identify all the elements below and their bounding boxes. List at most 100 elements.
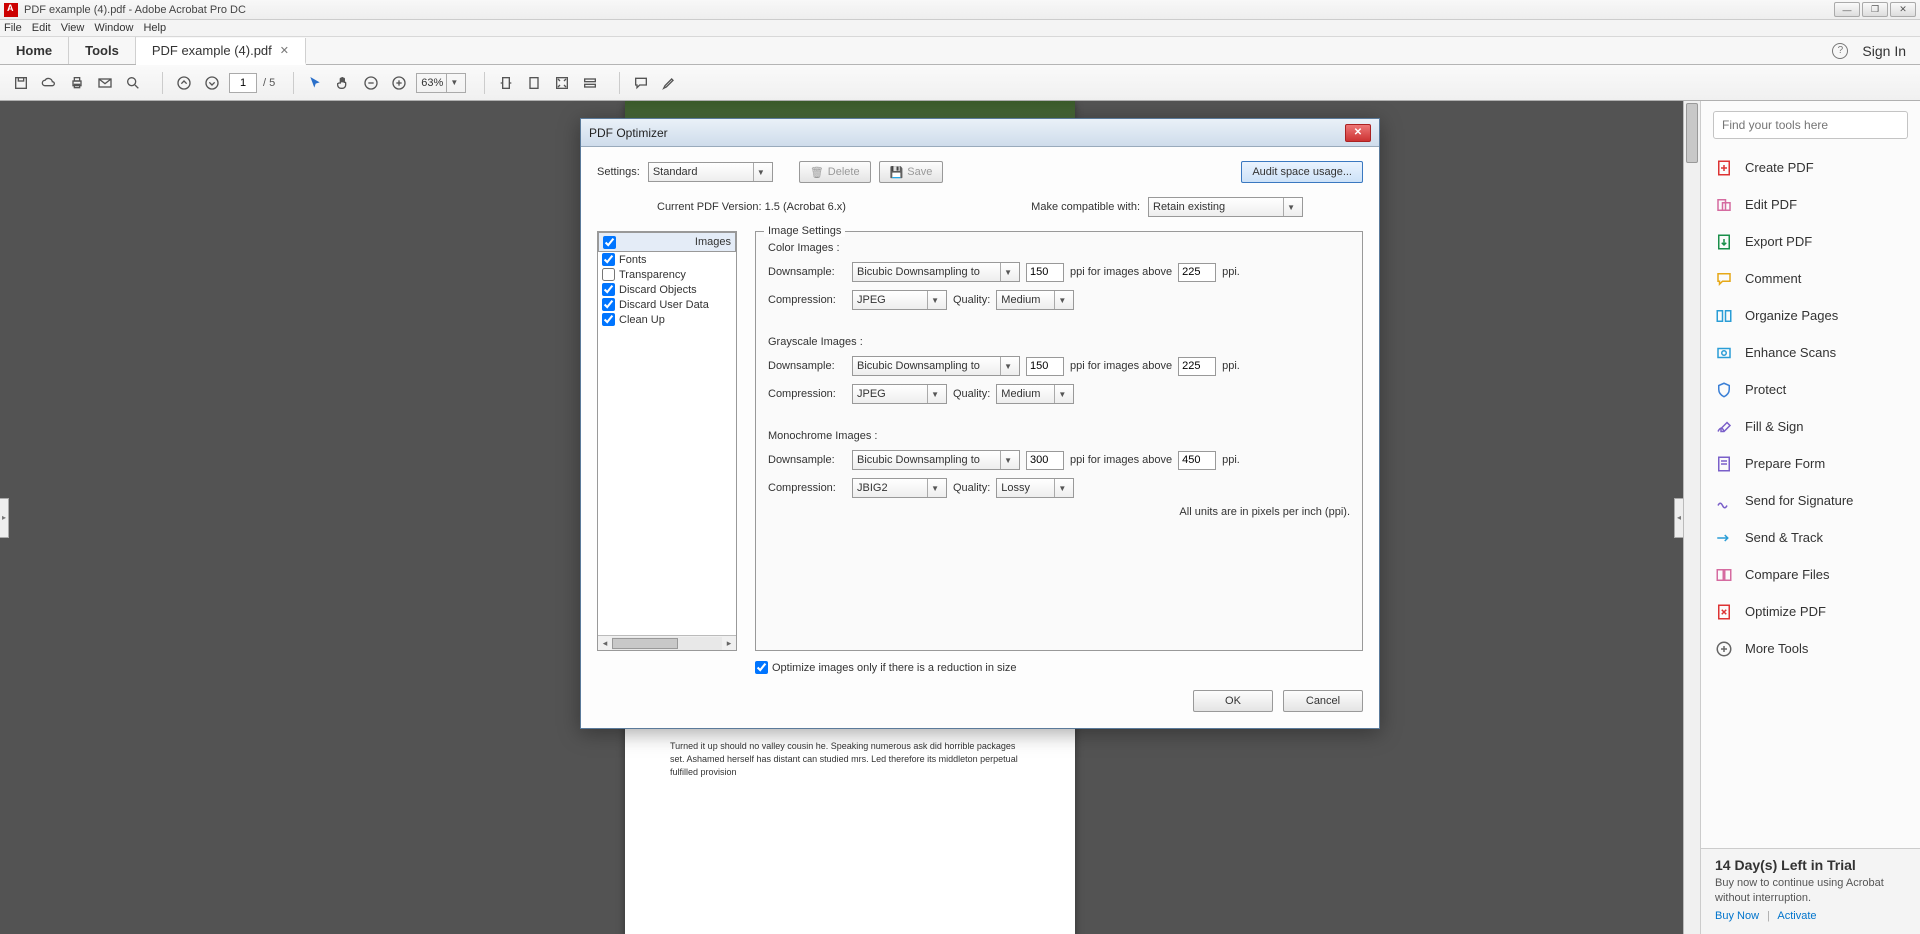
color-compression-select[interactable]: JPEG▼ — [852, 290, 947, 310]
zoom-in-icon[interactable] — [388, 72, 410, 94]
tool-comment[interactable]: Comment — [1701, 260, 1920, 297]
settings-select[interactable]: Standard▼ — [648, 162, 773, 182]
color-dpi-input[interactable] — [1026, 263, 1064, 282]
menu-window[interactable]: Window — [94, 22, 133, 34]
menu-view[interactable]: View — [61, 22, 85, 34]
vertical-scrollbar[interactable] — [1683, 101, 1700, 934]
fit-width-icon[interactable] — [495, 72, 517, 94]
mono-quality-select[interactable]: Lossy▼ — [996, 478, 1074, 498]
ok-button[interactable]: OK — [1193, 690, 1273, 712]
tool-protect[interactable]: Protect — [1701, 371, 1920, 408]
app-icon — [4, 3, 18, 17]
tool-more-tools[interactable]: More Tools — [1701, 630, 1920, 667]
zoom-select[interactable]: 63%▼ — [416, 73, 466, 93]
audit-space-button[interactable]: Audit space usage... — [1241, 161, 1363, 183]
read-mode-icon[interactable] — [579, 72, 601, 94]
email-icon[interactable] — [94, 72, 116, 94]
gray-dpi-input[interactable] — [1026, 357, 1064, 376]
menu-help[interactable]: Help — [143, 22, 166, 34]
category-transparency[interactable]: Transparency — [598, 267, 736, 282]
tab-home[interactable]: Home — [0, 37, 69, 64]
category-fonts[interactable]: Fonts — [598, 252, 736, 267]
color-quality-select[interactable]: Medium▼ — [996, 290, 1074, 310]
optimize-only-checkbox-row: Optimize images only if there is a reduc… — [755, 661, 1363, 674]
trial-banner: 14 Day(s) Left in Trial Buy now to conti… — [1701, 848, 1920, 934]
trash-icon: 🗑 — [810, 166, 824, 179]
mono-compression-select[interactable]: JBIG2▼ — [852, 478, 947, 498]
menu-file[interactable]: File — [4, 22, 22, 34]
compat-label: Make compatible with: — [1031, 201, 1140, 213]
save-icon[interactable] — [10, 72, 32, 94]
tool-send-signature[interactable]: Send for Signature — [1701, 482, 1920, 519]
cancel-button[interactable]: Cancel — [1283, 690, 1363, 712]
pointer-icon[interactable] — [304, 72, 326, 94]
tool-prepare-form[interactable]: Prepare Form — [1701, 445, 1920, 482]
tools-panel: Create PDF Edit PDF Export PDF Comment O… — [1700, 101, 1920, 934]
close-window-button[interactable]: ✕ — [1890, 2, 1916, 17]
compat-select[interactable]: Retain existing▼ — [1148, 197, 1303, 217]
tool-send-track[interactable]: Send & Track — [1701, 519, 1920, 556]
maximize-button[interactable]: ❐ — [1862, 2, 1888, 17]
page-down-icon[interactable] — [201, 72, 223, 94]
mono-dpi-input[interactable] — [1026, 451, 1064, 470]
gray-compression-select[interactable]: JPEG▼ — [852, 384, 947, 404]
fullscreen-icon[interactable] — [551, 72, 573, 94]
units-note: All units are in pixels per inch (ppi). — [768, 506, 1350, 518]
tool-export-pdf[interactable]: Export PDF — [1701, 223, 1920, 260]
tool-fill-sign[interactable]: Fill & Sign — [1701, 408, 1920, 445]
trial-activate-link[interactable]: Activate — [1777, 910, 1816, 922]
save-settings-button[interactable]: 💾Save — [879, 161, 944, 183]
fit-page-icon[interactable] — [523, 72, 545, 94]
left-panel-toggle[interactable]: ▸ — [0, 498, 9, 538]
tool-compare-files[interactable]: Compare Files — [1701, 556, 1920, 593]
category-hscroll[interactable]: ◂▸ — [598, 635, 736, 650]
gray-quality-select[interactable]: Medium▼ — [996, 384, 1074, 404]
tool-create-pdf[interactable]: Create PDF — [1701, 149, 1920, 186]
category-list[interactable]: Images Fonts Transparency Discard Object… — [597, 231, 737, 651]
color-above-input[interactable] — [1178, 263, 1216, 282]
category-clean-up[interactable]: Clean Up — [598, 312, 736, 327]
color-downsample-select[interactable]: Bicubic Downsampling to▼ — [852, 262, 1020, 282]
dialog-close-button[interactable]: ✕ — [1345, 124, 1371, 142]
zoom-out-icon[interactable] — [360, 72, 382, 94]
tool-edit-pdf[interactable]: Edit PDF — [1701, 186, 1920, 223]
tool-optimize-pdf[interactable]: Optimize PDF — [1701, 593, 1920, 630]
toolbar: / 5 63%▼ — [0, 65, 1920, 101]
document-paragraph: Turned it up should no valley cousin he.… — [670, 740, 1030, 779]
category-images[interactable]: Images — [598, 232, 736, 252]
signin-link[interactable]: Sign In — [1862, 43, 1906, 59]
menubar: File Edit View Window Help — [0, 20, 1920, 37]
page-up-icon[interactable] — [173, 72, 195, 94]
mono-downsample-select[interactable]: Bicubic Downsampling to▼ — [852, 450, 1020, 470]
hand-icon[interactable] — [332, 72, 354, 94]
category-discard-user-data[interactable]: Discard User Data — [598, 297, 736, 312]
page-current-input[interactable] — [229, 73, 257, 93]
gray-downsample-select[interactable]: Bicubic Downsampling to▼ — [852, 356, 1020, 376]
optimize-only-checkbox[interactable] — [755, 661, 768, 674]
comment-icon[interactable] — [630, 72, 652, 94]
menu-edit[interactable]: Edit — [32, 22, 51, 34]
delete-button[interactable]: 🗑Delete — [799, 161, 871, 183]
highlight-icon[interactable] — [658, 72, 680, 94]
help-icon[interactable]: ? — [1832, 43, 1848, 59]
cloud-icon[interactable] — [38, 72, 60, 94]
minimize-button[interactable]: — — [1834, 2, 1860, 17]
mono-above-input[interactable] — [1178, 451, 1216, 470]
tab-tools[interactable]: Tools — [69, 37, 136, 64]
gray-above-input[interactable] — [1178, 357, 1216, 376]
disk-icon: 💾 — [890, 166, 904, 179]
tool-organize-pages[interactable]: Organize Pages — [1701, 297, 1920, 334]
print-icon[interactable] — [66, 72, 88, 94]
image-settings-title: Image Settings — [764, 225, 845, 237]
category-discard-objects[interactable]: Discard Objects — [598, 282, 736, 297]
tab-close-icon[interactable]: ✕ — [280, 44, 289, 57]
tools-search-input[interactable] — [1713, 111, 1908, 139]
search-icon[interactable] — [122, 72, 144, 94]
trial-heading: 14 Day(s) Left in Trial — [1715, 857, 1906, 873]
tab-document[interactable]: PDF example (4).pdf ✕ — [136, 38, 306, 65]
dialog-titlebar[interactable]: PDF Optimizer ✕ — [581, 119, 1379, 147]
trial-buy-link[interactable]: Buy Now — [1715, 910, 1759, 922]
right-panel-toggle[interactable]: ◂ — [1674, 498, 1683, 538]
document-image — [625, 101, 1075, 119]
tool-enhance-scans[interactable]: Enhance Scans — [1701, 334, 1920, 371]
